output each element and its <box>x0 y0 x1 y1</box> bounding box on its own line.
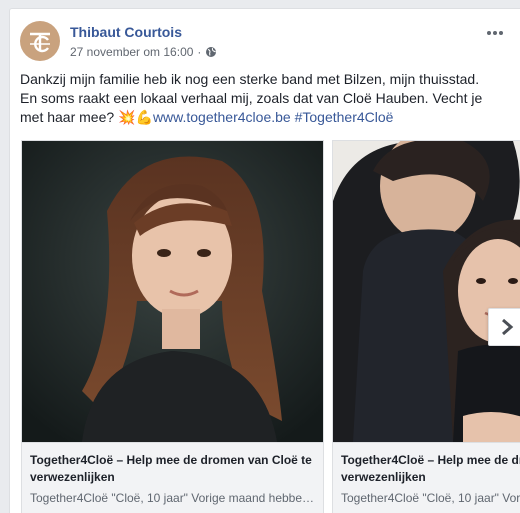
hashtag-link[interactable]: #Together4Cloë <box>295 109 394 125</box>
carousel-card[interactable]: Together4Cloë – Help mee de dromen van C… <box>21 140 324 513</box>
post-link[interactable]: www.together4cloe.be <box>153 109 291 125</box>
tc-logo-icon <box>30 32 50 53</box>
card-photo-mother-daughter[interactable] <box>333 141 520 442</box>
link-carousel: Together4Cloë – Help mee de dromen van C… <box>21 140 520 513</box>
more-options-button[interactable] <box>484 25 506 41</box>
author-name[interactable]: Thibaut Courtois <box>70 24 182 40</box>
avatar[interactable] <box>20 21 60 61</box>
facebook-post: Thibaut Courtois 27 november om 16:00 · … <box>9 8 520 513</box>
dot-icon <box>499 31 503 35</box>
post-message-text: met haar mee? <box>20 109 115 125</box>
post-header: Thibaut Courtois 27 november om 16:00 · <box>20 21 520 65</box>
post-meta: 27 november om 16:00 · <box>70 45 217 59</box>
globe-icon[interactable] <box>205 46 217 58</box>
post-message: Dankzij mijn familie heb ik nog een ster… <box>20 70 515 128</box>
meta-separator: · <box>197 45 202 59</box>
card-footer[interactable]: Together4Cloë – Help mee de dromen van C… <box>22 442 323 513</box>
card-photo-girl[interactable] <box>22 141 323 442</box>
card-description: Together4Cloë "Cloë, 10 jaar" Vorige maa… <box>30 491 315 505</box>
chevron-right-icon <box>502 318 514 336</box>
emoji-icons: 💥💪 <box>118 110 153 126</box>
card-description: Together4Cloë "Cloë, 10 jaar" Vorige maa… <box>341 491 520 505</box>
post-message-line: Dankzij mijn familie heb ik nog een ster… <box>20 71 480 87</box>
post-timestamp[interactable]: 27 november om 16:00 <box>70 45 193 59</box>
card-title[interactable]: Together4Cloë – Help mee de dromen van C… <box>341 452 520 486</box>
post-message-line: met haar mee? 💥💪www.together4cloe.be #To… <box>20 108 515 128</box>
card-footer[interactable]: Together4Cloë – Help mee de dromen van C… <box>333 442 520 513</box>
card-title[interactable]: Together4Cloë – Help mee de dromen van C… <box>30 452 320 486</box>
carousel-next-button[interactable] <box>488 308 520 346</box>
dot-icon <box>493 31 497 35</box>
post-message-line: En soms raakt een lokaal verhaal mij, zo… <box>20 90 483 106</box>
dot-icon <box>487 31 491 35</box>
